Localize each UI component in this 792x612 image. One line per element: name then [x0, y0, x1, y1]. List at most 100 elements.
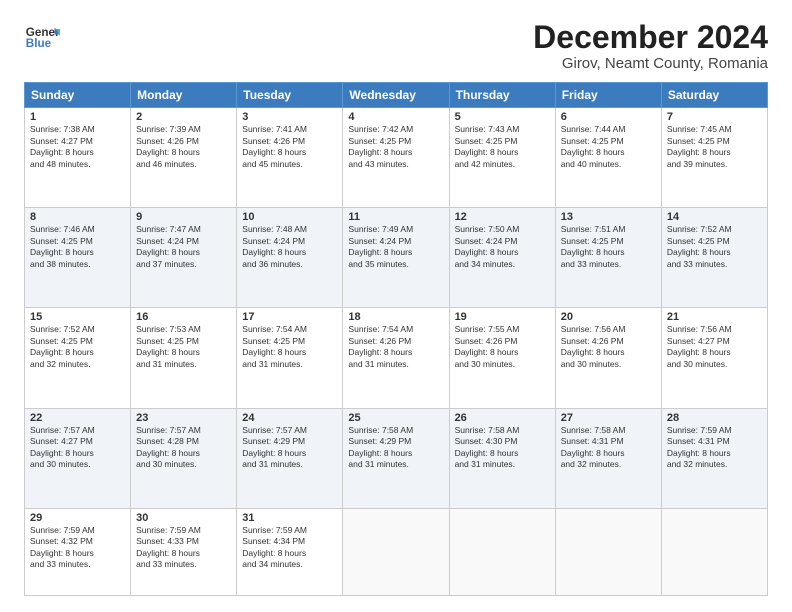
calendar-cell: 31Sunrise: 7:59 AMSunset: 4:34 PMDayligh… [237, 508, 343, 595]
cell-info: Sunrise: 7:56 AMSunset: 4:27 PMDaylight:… [667, 324, 762, 370]
cell-info: Sunrise: 7:59 AMSunset: 4:32 PMDaylight:… [30, 525, 125, 571]
calendar-cell: 14Sunrise: 7:52 AMSunset: 4:25 PMDayligh… [661, 208, 767, 308]
calendar-cell: 24Sunrise: 7:57 AMSunset: 4:29 PMDayligh… [237, 408, 343, 508]
day-number: 21 [667, 311, 762, 323]
logo: General Blue [24, 20, 60, 56]
day-number: 24 [242, 412, 337, 424]
day-number: 4 [348, 111, 443, 123]
calendar-cell: 4Sunrise: 7:42 AMSunset: 4:25 PMDaylight… [343, 108, 449, 208]
cell-info: Sunrise: 7:57 AMSunset: 4:27 PMDaylight:… [30, 425, 125, 471]
day-number: 5 [455, 111, 550, 123]
day-number: 3 [242, 111, 337, 123]
col-header-monday: Monday [131, 83, 237, 108]
day-number: 30 [136, 512, 231, 524]
col-header-friday: Friday [555, 83, 661, 108]
day-number: 31 [242, 512, 337, 524]
calendar-cell: 1Sunrise: 7:38 AMSunset: 4:27 PMDaylight… [25, 108, 131, 208]
col-header-sunday: Sunday [25, 83, 131, 108]
calendar-table: SundayMondayTuesdayWednesdayThursdayFrid… [24, 82, 768, 596]
cell-info: Sunrise: 7:46 AMSunset: 4:25 PMDaylight:… [30, 224, 125, 270]
calendar-cell: 29Sunrise: 7:59 AMSunset: 4:32 PMDayligh… [25, 508, 131, 595]
cell-info: Sunrise: 7:59 AMSunset: 4:33 PMDaylight:… [136, 525, 231, 571]
calendar-cell [449, 508, 555, 595]
calendar-header-row: SundayMondayTuesdayWednesdayThursdayFrid… [25, 83, 768, 108]
cell-info: Sunrise: 7:54 AMSunset: 4:25 PMDaylight:… [242, 324, 337, 370]
calendar-week-row: 29Sunrise: 7:59 AMSunset: 4:32 PMDayligh… [25, 508, 768, 595]
calendar-cell: 30Sunrise: 7:59 AMSunset: 4:33 PMDayligh… [131, 508, 237, 595]
day-number: 29 [30, 512, 125, 524]
cell-info: Sunrise: 7:54 AMSunset: 4:26 PMDaylight:… [348, 324, 443, 370]
cell-info: Sunrise: 7:59 AMSunset: 4:34 PMDaylight:… [242, 525, 337, 571]
calendar-cell: 10Sunrise: 7:48 AMSunset: 4:24 PMDayligh… [237, 208, 343, 308]
day-number: 25 [348, 412, 443, 424]
calendar-cell: 27Sunrise: 7:58 AMSunset: 4:31 PMDayligh… [555, 408, 661, 508]
col-header-tuesday: Tuesday [237, 83, 343, 108]
day-number: 26 [455, 412, 550, 424]
day-number: 23 [136, 412, 231, 424]
cell-info: Sunrise: 7:52 AMSunset: 4:25 PMDaylight:… [667, 224, 762, 270]
cell-info: Sunrise: 7:57 AMSunset: 4:29 PMDaylight:… [242, 425, 337, 471]
calendar-cell: 5Sunrise: 7:43 AMSunset: 4:25 PMDaylight… [449, 108, 555, 208]
day-number: 2 [136, 111, 231, 123]
day-number: 14 [667, 211, 762, 223]
day-number: 18 [348, 311, 443, 323]
cell-info: Sunrise: 7:57 AMSunset: 4:28 PMDaylight:… [136, 425, 231, 471]
calendar-cell [661, 508, 767, 595]
cell-info: Sunrise: 7:58 AMSunset: 4:31 PMDaylight:… [561, 425, 656, 471]
calendar-cell: 18Sunrise: 7:54 AMSunset: 4:26 PMDayligh… [343, 308, 449, 408]
day-number: 8 [30, 211, 125, 223]
day-number: 22 [30, 412, 125, 424]
calendar-cell: 28Sunrise: 7:59 AMSunset: 4:31 PMDayligh… [661, 408, 767, 508]
cell-info: Sunrise: 7:56 AMSunset: 4:26 PMDaylight:… [561, 324, 656, 370]
calendar-cell: 11Sunrise: 7:49 AMSunset: 4:24 PMDayligh… [343, 208, 449, 308]
cell-info: Sunrise: 7:45 AMSunset: 4:25 PMDaylight:… [667, 124, 762, 170]
calendar-cell: 6Sunrise: 7:44 AMSunset: 4:25 PMDaylight… [555, 108, 661, 208]
calendar-cell [555, 508, 661, 595]
calendar-cell: 13Sunrise: 7:51 AMSunset: 4:25 PMDayligh… [555, 208, 661, 308]
day-number: 16 [136, 311, 231, 323]
cell-info: Sunrise: 7:38 AMSunset: 4:27 PMDaylight:… [30, 124, 125, 170]
col-header-thursday: Thursday [449, 83, 555, 108]
cell-info: Sunrise: 7:39 AMSunset: 4:26 PMDaylight:… [136, 124, 231, 170]
calendar-cell: 12Sunrise: 7:50 AMSunset: 4:24 PMDayligh… [449, 208, 555, 308]
calendar-cell: 16Sunrise: 7:53 AMSunset: 4:25 PMDayligh… [131, 308, 237, 408]
page-title: December 2024 [533, 20, 768, 55]
cell-info: Sunrise: 7:44 AMSunset: 4:25 PMDaylight:… [561, 124, 656, 170]
calendar-cell: 25Sunrise: 7:58 AMSunset: 4:29 PMDayligh… [343, 408, 449, 508]
day-number: 10 [242, 211, 337, 223]
calendar-week-row: 15Sunrise: 7:52 AMSunset: 4:25 PMDayligh… [25, 308, 768, 408]
cell-info: Sunrise: 7:52 AMSunset: 4:25 PMDaylight:… [30, 324, 125, 370]
page: General Blue December 2024 Girov, Neamt … [0, 0, 792, 612]
calendar-week-row: 22Sunrise: 7:57 AMSunset: 4:27 PMDayligh… [25, 408, 768, 508]
cell-info: Sunrise: 7:58 AMSunset: 4:29 PMDaylight:… [348, 425, 443, 471]
calendar-week-row: 8Sunrise: 7:46 AMSunset: 4:25 PMDaylight… [25, 208, 768, 308]
calendar-cell [343, 508, 449, 595]
calendar-cell: 22Sunrise: 7:57 AMSunset: 4:27 PMDayligh… [25, 408, 131, 508]
cell-info: Sunrise: 7:53 AMSunset: 4:25 PMDaylight:… [136, 324, 231, 370]
page-subtitle: Girov, Neamt County, Romania [533, 55, 768, 72]
cell-info: Sunrise: 7:51 AMSunset: 4:25 PMDaylight:… [561, 224, 656, 270]
day-number: 27 [561, 412, 656, 424]
day-number: 13 [561, 211, 656, 223]
calendar-cell: 19Sunrise: 7:55 AMSunset: 4:26 PMDayligh… [449, 308, 555, 408]
day-number: 28 [667, 412, 762, 424]
calendar-cell: 8Sunrise: 7:46 AMSunset: 4:25 PMDaylight… [25, 208, 131, 308]
calendar-cell: 3Sunrise: 7:41 AMSunset: 4:26 PMDaylight… [237, 108, 343, 208]
cell-info: Sunrise: 7:55 AMSunset: 4:26 PMDaylight:… [455, 324, 550, 370]
calendar-cell: 17Sunrise: 7:54 AMSunset: 4:25 PMDayligh… [237, 308, 343, 408]
cell-info: Sunrise: 7:47 AMSunset: 4:24 PMDaylight:… [136, 224, 231, 270]
calendar-cell: 15Sunrise: 7:52 AMSunset: 4:25 PMDayligh… [25, 308, 131, 408]
title-block: December 2024 Girov, Neamt County, Roman… [533, 20, 768, 72]
day-number: 7 [667, 111, 762, 123]
cell-info: Sunrise: 7:59 AMSunset: 4:31 PMDaylight:… [667, 425, 762, 471]
calendar-cell: 2Sunrise: 7:39 AMSunset: 4:26 PMDaylight… [131, 108, 237, 208]
cell-info: Sunrise: 7:43 AMSunset: 4:25 PMDaylight:… [455, 124, 550, 170]
day-number: 20 [561, 311, 656, 323]
calendar-cell: 9Sunrise: 7:47 AMSunset: 4:24 PMDaylight… [131, 208, 237, 308]
day-number: 6 [561, 111, 656, 123]
calendar-cell: 21Sunrise: 7:56 AMSunset: 4:27 PMDayligh… [661, 308, 767, 408]
cell-info: Sunrise: 7:48 AMSunset: 4:24 PMDaylight:… [242, 224, 337, 270]
cell-info: Sunrise: 7:50 AMSunset: 4:24 PMDaylight:… [455, 224, 550, 270]
day-number: 19 [455, 311, 550, 323]
day-number: 11 [348, 211, 443, 223]
